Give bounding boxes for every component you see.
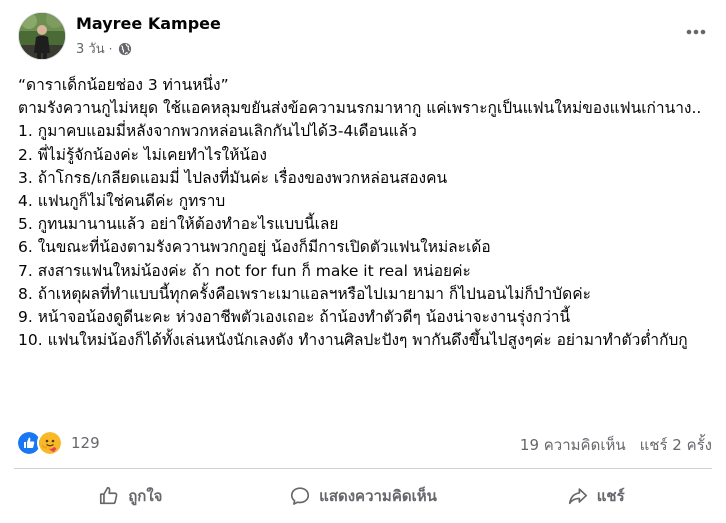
author-name[interactable]: Mayree Kampee: [76, 14, 221, 33]
care-icon: [37, 430, 63, 456]
reaction-count: 129: [71, 434, 100, 452]
post-line: 4. แฟนกูก็ไม่ใช่คนดีค่ะ กูทราบ: [18, 192, 226, 211]
post-line: ตามรังควานกูไม่หยุด ใช้แอคหลุมขยันส่งข้อ…: [18, 99, 702, 118]
more-options-icon[interactable]: [684, 20, 708, 44]
share-icon: [568, 488, 587, 505]
reaction-summary[interactable]: 129: [16, 430, 100, 456]
like-button[interactable]: ถูกใจ: [14, 474, 247, 518]
divider: [14, 468, 712, 469]
comment-button[interactable]: แสดงความคิดเห็น: [247, 474, 480, 518]
post-line: 9. หน้าจอน้องดูดีนะคะ ห่วงอาชีพตัวเองเถอ…: [18, 308, 571, 327]
comment-label: แสดงความคิดเห็น: [319, 487, 437, 505]
post-line: 3. ถ้าโกรธ/เกลียดแอมมี่ ไปลงที่มันค่ะ เร…: [18, 168, 448, 187]
post-line: 8. ถ้าเหตุผลที่ทำแบบนี้ทุกครั้งคือเพราะเ…: [18, 284, 591, 303]
avatar-photo: [19, 13, 65, 59]
post-line: 6. ในขณะที่น้องตามรังควานพวกกูอยู่ น้องก…: [18, 238, 491, 257]
action-bar: ถูกใจ แสดงความคิดเห็น แชร์: [14, 474, 712, 518]
post-line: “ดาราเด็กน้อยช่อง 3 ท่านหนึ่ง”: [18, 76, 229, 94]
comment-count[interactable]: 19 ความคิดเห็น: [520, 433, 626, 457]
post-line: 2. พี่ไม่รู้จักน้องค่ะ ไม่เคยทำไรให้น้อง: [18, 145, 267, 164]
post-line: 1. กูมาคบแอมมี่หลังจากพวกหล่อนเลิกกันไปไ…: [18, 122, 417, 141]
thumbs-up-icon: [100, 486, 118, 505]
share-label: แชร์: [596, 487, 625, 505]
share-button[interactable]: แชร์: [479, 474, 712, 518]
post-line: 5. กูทนมานานแล้ว อย่าให้ต้องทำอะไรแบบนี้…: [18, 215, 339, 234]
post-time[interactable]: 3 วัน: [76, 38, 105, 59]
post-line: 7. สงสารแฟนใหม่น้องค่ะ ถ้า not for fun ก…: [18, 261, 471, 280]
globe-icon[interactable]: [118, 42, 132, 56]
post-text: “ดาราเด็กน้อยช่อง 3 ท่านหนึ่ง” ตามรังควา…: [18, 74, 714, 352]
like-label: ถูกใจ: [128, 487, 163, 505]
post-meta: 3 วัน ·: [76, 38, 132, 59]
comment-icon: [291, 487, 310, 505]
avatar[interactable]: [18, 12, 66, 60]
share-count[interactable]: แชร์ 2 ครั้ง: [640, 433, 712, 457]
post-stats: 19 ความคิดเห็น แชร์ 2 ครั้ง: [520, 433, 712, 457]
post-line: 10. แฟนใหม่น้องก็ได้ทั้งเล่นหนังนักเลงดั…: [18, 331, 688, 350]
post-card: Mayree Kampee 3 วัน · “ดาราเด็กน้อยช่อง …: [0, 0, 726, 523]
meta-separator: ·: [108, 41, 113, 56]
